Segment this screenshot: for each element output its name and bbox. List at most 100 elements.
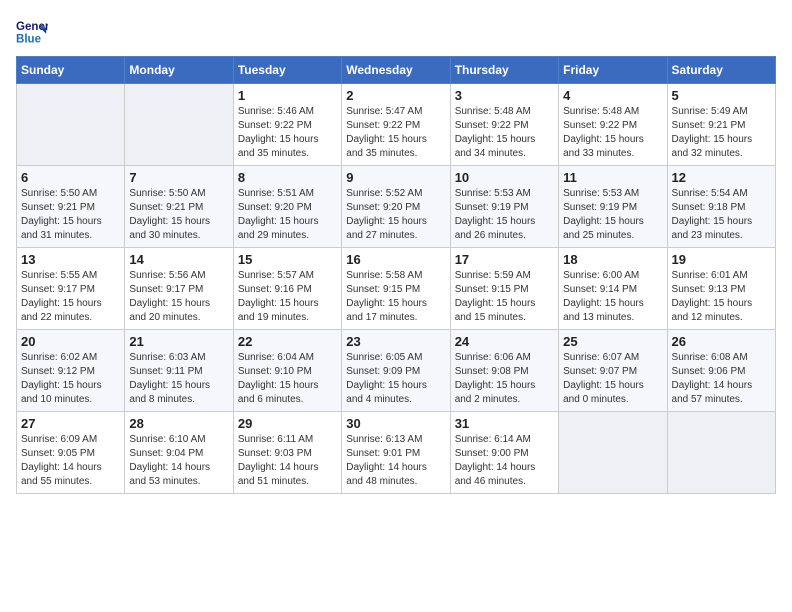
- day-info: Sunrise: 5:50 AMSunset: 9:21 PMDaylight:…: [129, 187, 228, 243]
- calendar-cell: 11 Sunrise: 5:53 AMSunset: 9:19 PMDayligh…: [559, 166, 667, 248]
- day-number: 11: [563, 170, 662, 185]
- calendar-cell: 27 Sunrise: 6:09 AMSunset: 9:05 PMDayligh…: [17, 412, 125, 494]
- day-info: Sunrise: 5:48 AMSunset: 9:22 PMDaylight:…: [455, 105, 554, 161]
- calendar-cell: 25Sunrise: 6:07 AMSunset: 9:07 PMDayligh…: [559, 330, 667, 412]
- weekday-header: Monday: [125, 57, 233, 84]
- day-info: Sunrise: 5:54 AMSunset: 9:18 PMDaylight:…: [672, 187, 771, 243]
- page-header: General Blue: [16, 16, 776, 48]
- day-info: Sunrise: 6:03 AMSunset: 9:11 PMDaylight:…: [129, 351, 228, 407]
- day-number: 3: [455, 88, 554, 103]
- day-info: Sunrise: 6:09 AMSunset: 9:05 PMDaylight:…: [21, 433, 120, 489]
- day-number: 1: [238, 88, 337, 103]
- day-info: Sunrise: 5:48 AMSunset: 9:22 PMDaylight:…: [563, 105, 662, 161]
- calendar-cell: 17Sunrise: 5:59 AMSunset: 9:15 PMDayligh…: [450, 248, 558, 330]
- day-info: Sunrise: 5:49 AMSunset: 9:21 PMDaylight:…: [672, 105, 771, 161]
- day-info: Sunrise: 5:56 AMSunset: 9:17 PMDaylight:…: [129, 269, 228, 325]
- calendar-cell: [125, 84, 233, 166]
- day-number: 27: [21, 416, 120, 431]
- calendar-header: SundayMondayTuesdayWednesdayThursdayFrid…: [17, 57, 776, 84]
- day-info: Sunrise: 5:47 AMSunset: 9:22 PMDaylight:…: [346, 105, 445, 161]
- calendar-cell: 21 Sunrise: 6:03 AMSunset: 9:11 PMDayligh…: [125, 330, 233, 412]
- day-info: Sunrise: 5:55 AMSunset: 9:17 PMDaylight:…: [21, 269, 120, 325]
- day-number: 20: [21, 334, 120, 349]
- day-number: 4: [563, 88, 662, 103]
- day-info: Sunrise: 5:46 AMSunset: 9:22 PMDaylight:…: [238, 105, 337, 161]
- calendar-cell: 8 Sunrise: 5:51 AMSunset: 9:20 PMDaylight…: [233, 166, 341, 248]
- day-number: 7: [129, 170, 228, 185]
- calendar-cell: 18 Sunrise: 6:00 AMSunset: 9:14 PMDayligh…: [559, 248, 667, 330]
- calendar-cell: 30 Sunrise: 6:13 AMSunset: 9:01 PMDayligh…: [342, 412, 450, 494]
- day-number: 28: [129, 416, 228, 431]
- calendar-cell: 14 Sunrise: 5:56 AMSunset: 9:17 PMDayligh…: [125, 248, 233, 330]
- calendar-table: SundayMondayTuesdayWednesdayThursdayFrid…: [16, 56, 776, 494]
- weekday-header: Friday: [559, 57, 667, 84]
- calendar-cell: 16 Sunrise: 5:58 AMSunset: 9:15 PMDayligh…: [342, 248, 450, 330]
- calendar-week-row: 13 Sunrise: 5:55 AMSunset: 9:17 PMDayligh…: [17, 248, 776, 330]
- day-number: 12: [672, 170, 771, 185]
- calendar-cell: 29 Sunrise: 6:11 AMSunset: 9:03 PMDayligh…: [233, 412, 341, 494]
- calendar-cell: 26 Sunrise: 6:08 AMSunset: 9:06 PMDayligh…: [667, 330, 775, 412]
- day-info: Sunrise: 5:51 AMSunset: 9:20 PMDaylight:…: [238, 187, 337, 243]
- calendar-cell: 24 Sunrise: 6:06 AMSunset: 9:08 PMDayligh…: [450, 330, 558, 412]
- day-info: Sunrise: 6:06 AMSunset: 9:08 PMDaylight:…: [455, 351, 554, 407]
- day-info: Sunrise: 5:58 AMSunset: 9:15 PMDaylight:…: [346, 269, 445, 325]
- day-info: Sunrise: 6:14 AMSunset: 9:00 PMDaylight:…: [455, 433, 554, 489]
- day-info: Sunrise: 6:00 AMSunset: 9:14 PMDaylight:…: [563, 269, 662, 325]
- calendar-cell: 28 Sunrise: 6:10 AMSunset: 9:04 PMDayligh…: [125, 412, 233, 494]
- day-number: 2: [346, 88, 445, 103]
- calendar-cell: 7 Sunrise: 5:50 AMSunset: 9:21 PMDaylight…: [125, 166, 233, 248]
- day-number: 16: [346, 252, 445, 267]
- calendar-cell: [559, 412, 667, 494]
- day-number: 18: [563, 252, 662, 267]
- day-number: 26: [672, 334, 771, 349]
- day-number: 14: [129, 252, 228, 267]
- day-number: 5: [672, 88, 771, 103]
- day-info: Sunrise: 6:11 AMSunset: 9:03 PMDaylight:…: [238, 433, 337, 489]
- calendar-cell: 9Sunrise: 5:52 AMSunset: 9:20 PMDaylight…: [342, 166, 450, 248]
- day-info: Sunrise: 6:01 AMSunset: 9:13 PMDaylight:…: [672, 269, 771, 325]
- calendar-week-row: 27 Sunrise: 6:09 AMSunset: 9:05 PMDayligh…: [17, 412, 776, 494]
- day-number: 22: [238, 334, 337, 349]
- header-row: SundayMondayTuesdayWednesdayThursdayFrid…: [17, 57, 776, 84]
- calendar-week-row: 20Sunrise: 6:02 AMSunset: 9:12 PMDayligh…: [17, 330, 776, 412]
- day-number: 29: [238, 416, 337, 431]
- day-number: 23: [346, 334, 445, 349]
- day-number: 21: [129, 334, 228, 349]
- calendar-cell: 2 Sunrise: 5:47 AMSunset: 9:22 PMDaylight…: [342, 84, 450, 166]
- calendar-cell: 15Sunrise: 5:57 AMSunset: 9:16 PMDayligh…: [233, 248, 341, 330]
- day-info: Sunrise: 6:13 AMSunset: 9:01 PMDaylight:…: [346, 433, 445, 489]
- calendar-cell: 12 Sunrise: 5:54 AMSunset: 9:18 PMDayligh…: [667, 166, 775, 248]
- day-info: Sunrise: 5:57 AMSunset: 9:16 PMDaylight:…: [238, 269, 337, 325]
- day-info: Sunrise: 5:53 AMSunset: 9:19 PMDaylight:…: [455, 187, 554, 243]
- calendar-cell: 5 Sunrise: 5:49 AMSunset: 9:21 PMDaylight…: [667, 84, 775, 166]
- day-info: Sunrise: 6:07 AMSunset: 9:07 PMDaylight:…: [563, 351, 662, 407]
- day-number: 13: [21, 252, 120, 267]
- calendar-cell: 20Sunrise: 6:02 AMSunset: 9:12 PMDayligh…: [17, 330, 125, 412]
- calendar-cell: 10Sunrise: 5:53 AMSunset: 9:19 PMDayligh…: [450, 166, 558, 248]
- day-info: Sunrise: 5:50 AMSunset: 9:21 PMDaylight:…: [21, 187, 120, 243]
- calendar-cell: 1 Sunrise: 5:46 AMSunset: 9:22 PMDaylight…: [233, 84, 341, 166]
- calendar-cell: 19 Sunrise: 6:01 AMSunset: 9:13 PMDayligh…: [667, 248, 775, 330]
- calendar-body: 1 Sunrise: 5:46 AMSunset: 9:22 PMDaylight…: [17, 84, 776, 494]
- weekday-header: Saturday: [667, 57, 775, 84]
- day-number: 19: [672, 252, 771, 267]
- weekday-header: Tuesday: [233, 57, 341, 84]
- day-number: 9: [346, 170, 445, 185]
- calendar-cell: 3 Sunrise: 5:48 AMSunset: 9:22 PMDaylight…: [450, 84, 558, 166]
- calendar-cell: 22 Sunrise: 6:04 AMSunset: 9:10 PMDayligh…: [233, 330, 341, 412]
- day-info: Sunrise: 6:08 AMSunset: 9:06 PMDaylight:…: [672, 351, 771, 407]
- logo: General Blue: [16, 16, 48, 48]
- day-info: Sunrise: 6:10 AMSunset: 9:04 PMDaylight:…: [129, 433, 228, 489]
- day-info: Sunrise: 5:53 AMSunset: 9:19 PMDaylight:…: [563, 187, 662, 243]
- day-info: Sunrise: 6:04 AMSunset: 9:10 PMDaylight:…: [238, 351, 337, 407]
- calendar-cell: 31Sunrise: 6:14 AMSunset: 9:00 PMDayligh…: [450, 412, 558, 494]
- day-number: 24: [455, 334, 554, 349]
- weekday-header: Thursday: [450, 57, 558, 84]
- day-number: 30: [346, 416, 445, 431]
- day-info: Sunrise: 6:05 AMSunset: 9:09 PMDaylight:…: [346, 351, 445, 407]
- calendar-week-row: 1 Sunrise: 5:46 AMSunset: 9:22 PMDaylight…: [17, 84, 776, 166]
- day-number: 8: [238, 170, 337, 185]
- logo-icon: General Blue: [16, 16, 48, 48]
- svg-text:Blue: Blue: [16, 34, 42, 46]
- calendar-cell: 13 Sunrise: 5:55 AMSunset: 9:17 PMDayligh…: [17, 248, 125, 330]
